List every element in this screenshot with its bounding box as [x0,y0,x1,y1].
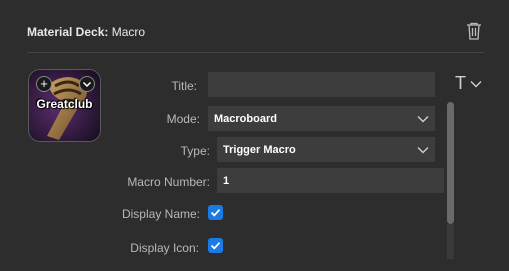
text-format-icon: T [455,73,466,93]
action-name: Macro [111,25,146,39]
mode-select[interactable]: Macroboard [208,106,435,131]
macro-number-label: Macro Number: [127,175,210,189]
scrollbar-thumb[interactable] [447,102,454,224]
mode-value: Macroboard [214,112,277,125]
display-icon-checkbox[interactable] [208,238,223,253]
mode-label: Mode: [166,112,200,126]
divider [27,52,484,53]
plugin-name: Material Deck: [27,25,109,39]
checkmark-icon [210,209,221,217]
checkmark-icon [210,242,221,250]
macro-number-input[interactable] [217,168,444,193]
text-format-button[interactable]: T [455,73,482,94]
type-label: Type: [180,144,210,158]
key-title: Greatclub [36,97,93,111]
type-value: Trigger Macro [223,143,296,156]
add-icon[interactable]: + [36,76,52,92]
chevron-down-icon [470,80,482,87]
title-input[interactable] [208,72,435,97]
display-icon-label: Display Icon: [130,241,199,255]
title-label: Title: [171,79,197,93]
display-name-label: Display Name: [121,207,200,221]
chevron-down-icon [417,146,429,153]
chevron-down-icon [417,115,429,122]
scrollbar-track[interactable] [447,224,454,259]
header-title: Material Deck: Macro [27,25,145,39]
trash-icon[interactable] [466,22,482,40]
type-select[interactable]: Trigger Macro [217,137,435,162]
display-name-checkbox[interactable] [208,205,223,220]
